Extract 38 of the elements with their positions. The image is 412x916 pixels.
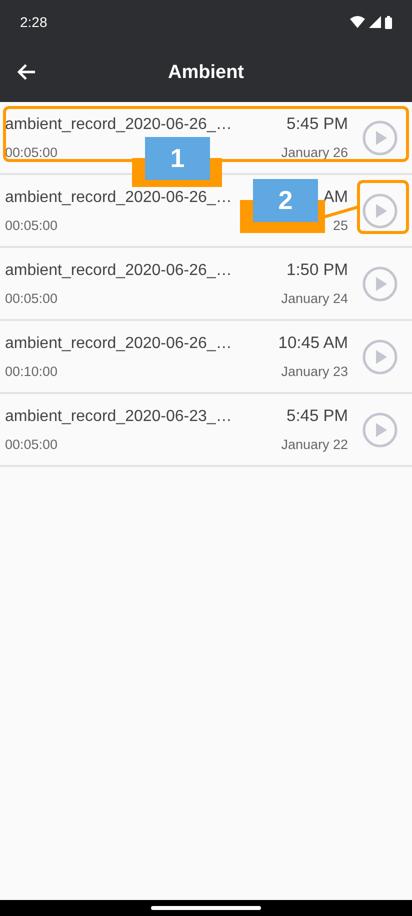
recording-name: ambient_record_2020-06-26_…	[5, 334, 232, 354]
recording-time: 1:50 PM	[286, 260, 348, 280]
recording-date: January 26	[281, 144, 348, 162]
callout-number: 2	[253, 179, 318, 222]
status-time: 2:28	[20, 12, 48, 32]
leader-line	[324, 205, 358, 219]
callout-number: 1	[145, 137, 210, 180]
play-button[interactable]	[362, 120, 398, 156]
recording-name: ambient_record_2020-06-26_…	[5, 114, 232, 134]
recording-duration: 00:05:00	[5, 436, 58, 454]
recording-date: January 23	[281, 363, 348, 382]
recording-row[interactable]: ambient_record_2020-06-26_… 1:50 PM 00:05:00 January 24	[0, 248, 412, 321]
wifi-icon	[350, 16, 365, 28]
play-button[interactable]	[362, 192, 398, 228]
play-button[interactable]	[362, 266, 398, 302]
play-button[interactable]	[362, 412, 398, 448]
recording-duration: 00:10:00	[5, 363, 58, 382]
recording-date: January 22	[281, 436, 348, 454]
recording-row[interactable]: ambient_record_2020-06-23_… 5:45 PM 00:05:00 January 22	[0, 394, 412, 467]
home-handle[interactable]	[151, 906, 261, 910]
recording-name: ambient_record_2020-06-23_…	[5, 406, 232, 426]
signal-icon	[369, 16, 381, 28]
recording-duration: 00:05:00	[5, 217, 58, 236]
highlight-frame	[357, 180, 409, 234]
recording-date: January 24	[281, 290, 348, 308]
recording-row[interactable]: ambient_record_2020-06-26_… 10:45 AM 00:10:00 January 23	[0, 321, 412, 394]
recording-time: AM	[323, 186, 348, 208]
recording-time: 5:45 PM	[286, 114, 348, 134]
recording-time: 10:45 AM	[278, 332, 348, 354]
recording-duration: 00:05:00	[5, 290, 58, 308]
recording-name: ambient_record_2020-06-26_…	[5, 260, 232, 280]
recording-name: ambient_record_2020-06-26_…	[5, 188, 232, 208]
recording-time: 5:45 PM	[286, 406, 348, 426]
play-button[interactable]	[362, 338, 398, 374]
recording-date: 25	[332, 217, 348, 236]
screen-title: Ambient	[168, 60, 244, 85]
battery-icon	[385, 16, 392, 28]
recording-duration: 00:05:00	[5, 144, 58, 162]
